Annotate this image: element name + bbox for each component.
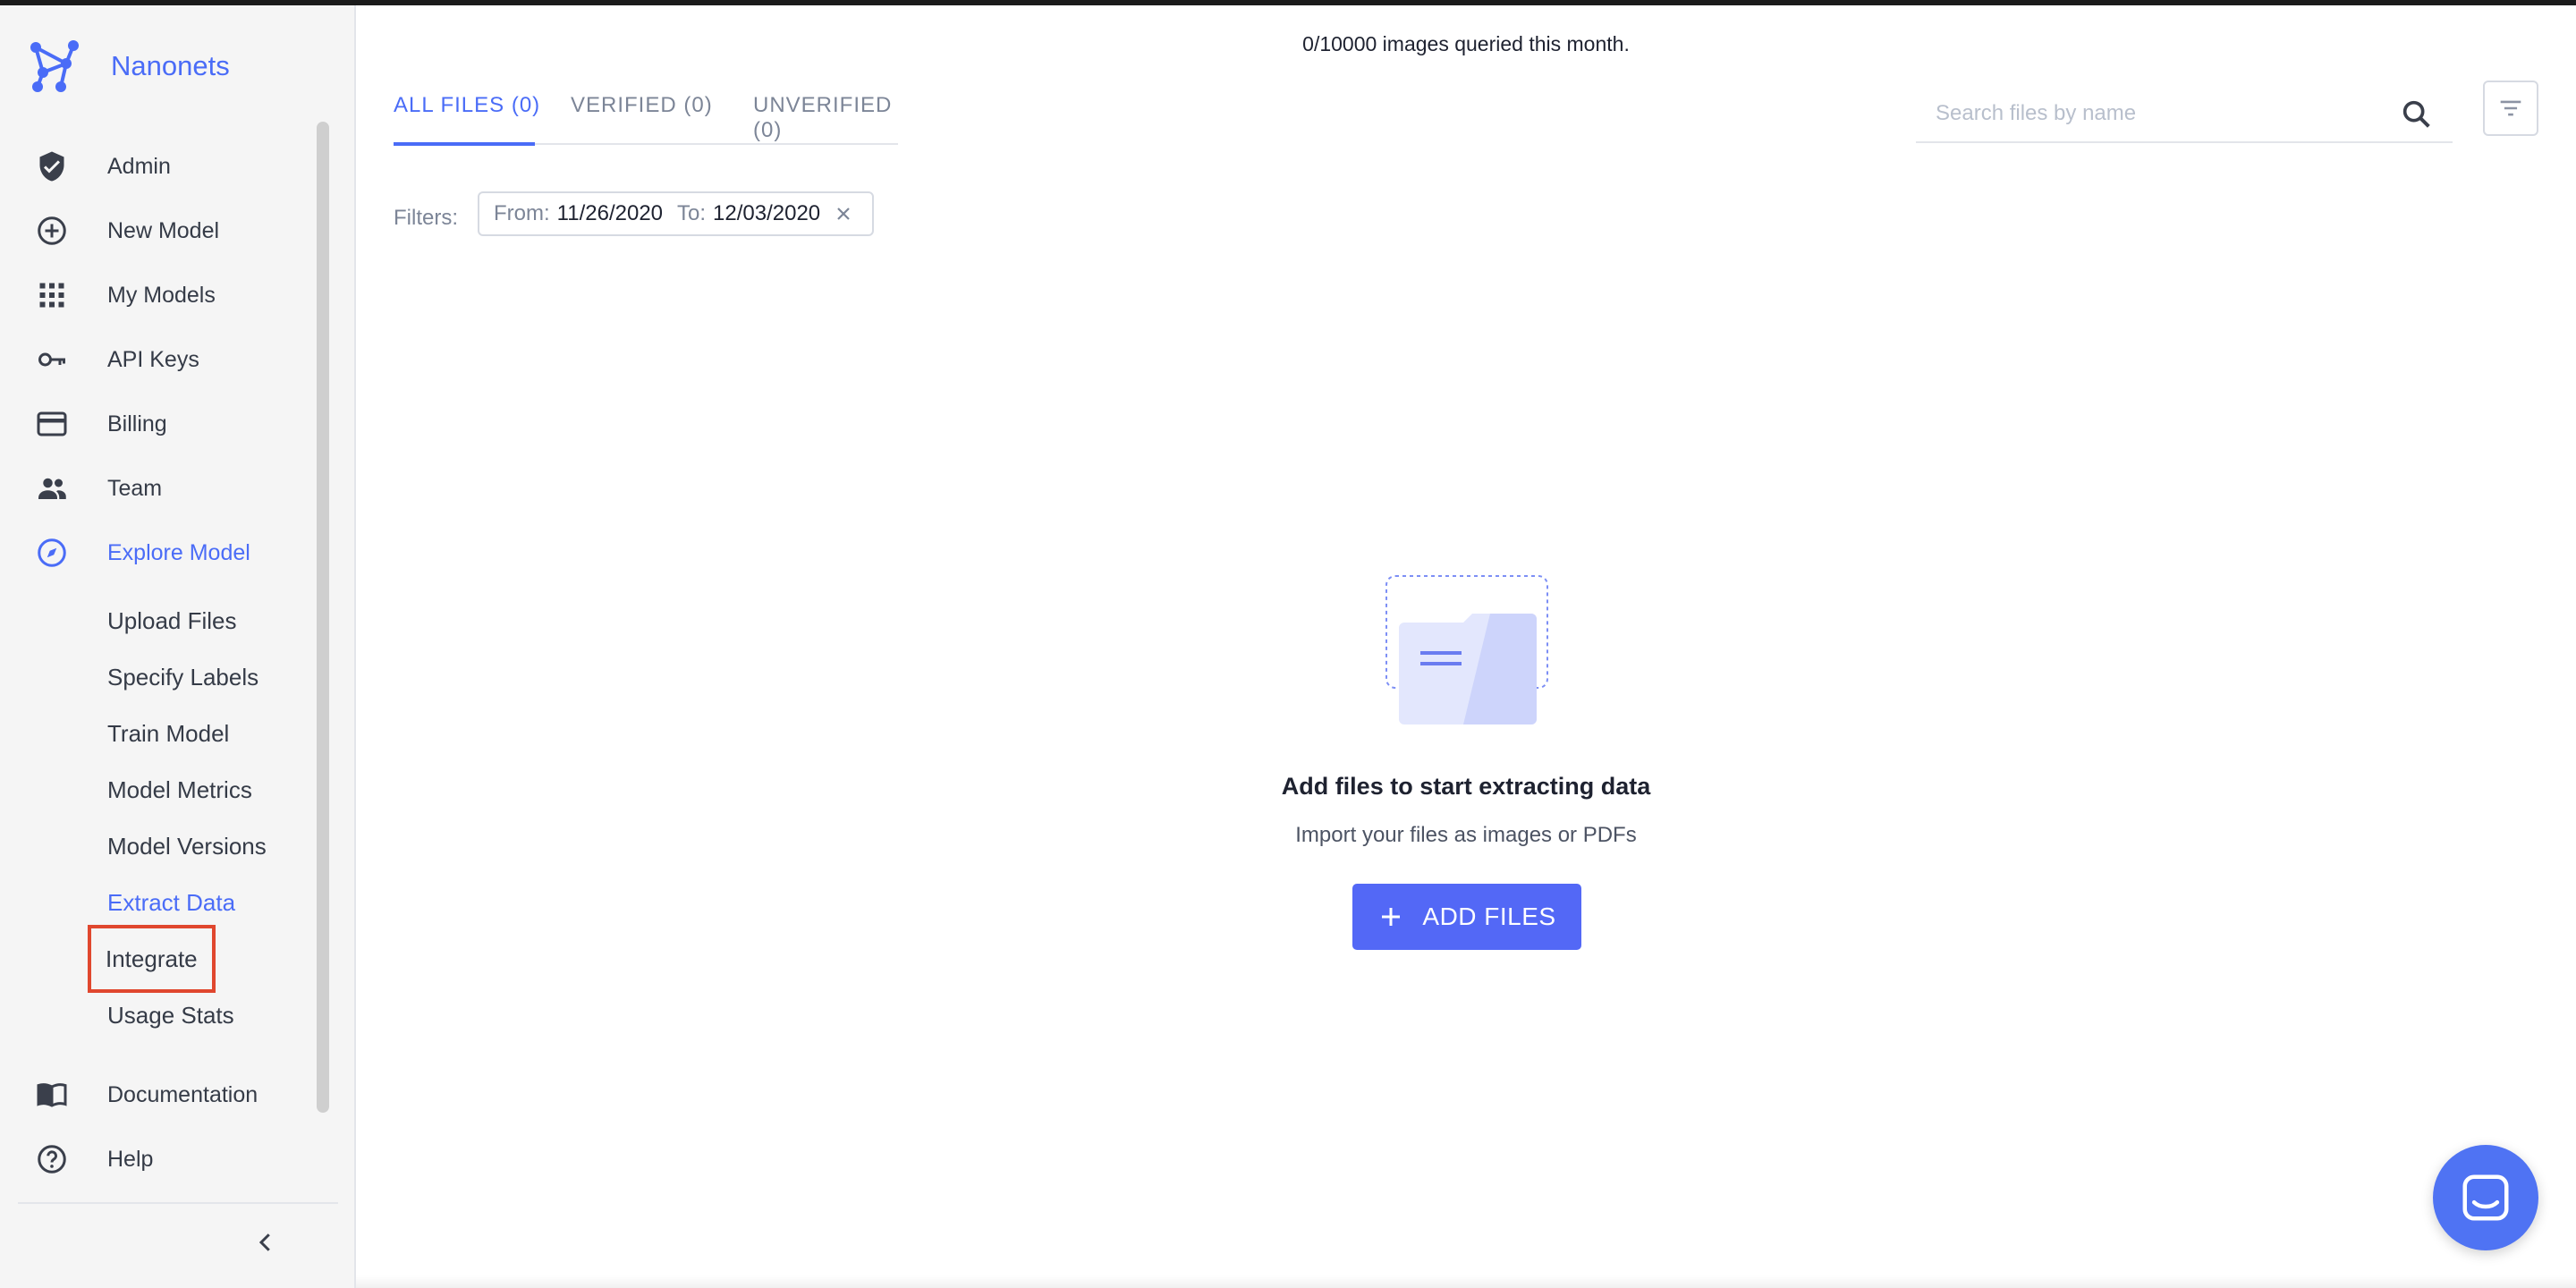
tab-all-files[interactable]: ALL FILES (0) — [394, 93, 540, 118]
people-icon — [34, 470, 70, 506]
add-circle-icon — [34, 213, 70, 249]
sidebar-item-help[interactable]: Help — [0, 1127, 313, 1191]
from-label: From: — [494, 201, 550, 225]
subnav-integrate[interactable]: Integrate — [88, 925, 216, 993]
sidebar-item-label: Billing — [107, 411, 167, 436]
nanonets-logo-icon — [30, 40, 79, 92]
sidebar-item-documentation[interactable]: Documentation — [0, 1063, 313, 1127]
subnav-specify-labels[interactable]: Specify Labels — [107, 650, 258, 704]
grid-icon — [34, 277, 70, 313]
sidebar-item-label: Help — [107, 1146, 154, 1172]
sidebar-item-explore-model[interactable]: Explore Model — [0, 521, 313, 585]
subnav-extract-data[interactable]: Extract Data — [107, 876, 235, 929]
to-label: To: — [677, 201, 707, 225]
sidebar-item-admin[interactable]: Admin — [0, 134, 313, 199]
subnav-train-model[interactable]: Train Model — [107, 707, 229, 760]
sidebar-item-api-keys[interactable]: API Keys — [0, 327, 313, 392]
sidebar-item-billing[interactable]: Billing — [0, 392, 313, 456]
filter-lines-icon — [2500, 100, 2521, 116]
sidebar-item-label: Team — [107, 475, 163, 501]
chat-launcher-button[interactable] — [2433, 1145, 2538, 1250]
brand-name: Nanonets — [111, 50, 230, 81]
chat-icon — [2462, 1174, 2509, 1221]
sidebar-item-label: My Models — [107, 282, 216, 308]
filters-label: Filters: — [394, 206, 458, 230]
chevron-left-icon — [258, 1233, 270, 1251]
filter-button[interactable] — [2483, 80, 2538, 136]
subnav-model-versions[interactable]: Model Versions — [107, 819, 267, 873]
from-date: 11/26/2020 — [556, 201, 664, 225]
compass-icon — [34, 535, 70, 571]
tab-verified[interactable]: VERIFIED (0) — [571, 93, 713, 118]
brand[interactable]: Nanonets — [25, 32, 230, 100]
sidebar: Nanonets Admin New Model My Models API K… — [0, 5, 356, 1288]
to-date: 12/03/2020 — [713, 201, 821, 225]
active-tab-indicator — [394, 142, 535, 146]
sidebar-item-label: Explore Model — [107, 539, 250, 565]
empty-folder-illustration — [1385, 575, 1548, 724]
sidebar-item-label: Documentation — [107, 1081, 258, 1107]
shield-check-icon — [34, 148, 70, 184]
search-icon[interactable] — [2399, 97, 2435, 132]
book-icon — [34, 1077, 70, 1113]
sidebar-item-label: API Keys — [107, 346, 199, 372]
subnav-usage-stats[interactable]: Usage Stats — [107, 988, 234, 1042]
empty-state-title: Add files to start extracting data — [1281, 773, 1651, 800]
subnav-model-metrics[interactable]: Model Metrics — [107, 763, 252, 817]
plus-icon — [1382, 908, 1401, 926]
collapse-sidebar-button[interactable] — [250, 1227, 281, 1258]
search-box — [1916, 88, 2453, 143]
credit-card-icon — [34, 406, 70, 442]
add-files-label: ADD FILES — [1422, 902, 1556, 930]
sidebar-divider — [18, 1202, 338, 1204]
sidebar-item-my-models[interactable]: My Models — [0, 263, 313, 327]
close-icon[interactable] — [833, 203, 854, 225]
sidebar-item-new-model[interactable]: New Model — [0, 199, 313, 263]
empty-state-subtitle: Import your files as images or PDFs — [1295, 823, 1637, 847]
bottom-shadow — [356, 1275, 2576, 1288]
key-icon — [34, 342, 70, 377]
help-circle-icon — [34, 1141, 70, 1177]
subnav-upload-files[interactable]: Upload Files — [107, 594, 237, 648]
add-files-button[interactable]: ADD FILES — [1352, 884, 1581, 950]
sidebar-scrollbar[interactable] — [317, 122, 329, 1113]
tab-unverified[interactable]: UNVERIFIED (0) — [753, 93, 898, 143]
quota-text: 0/10000 images queried this month. — [1302, 32, 1630, 55]
sidebar-item-label: Admin — [107, 153, 171, 179]
file-tabs: ALL FILES (0) VERIFIED (0) UNVERIFIED (0… — [394, 88, 898, 146]
date-filter-chip[interactable]: From: 11/26/2020 To: 12/03/2020 — [478, 191, 875, 236]
sidebar-item-team[interactable]: Team — [0, 456, 313, 521]
sidebar-item-label: New Model — [107, 217, 220, 243]
search-input[interactable] — [1934, 93, 2385, 134]
main-content: 0/10000 images queried this month. ALL F… — [356, 5, 2576, 1288]
